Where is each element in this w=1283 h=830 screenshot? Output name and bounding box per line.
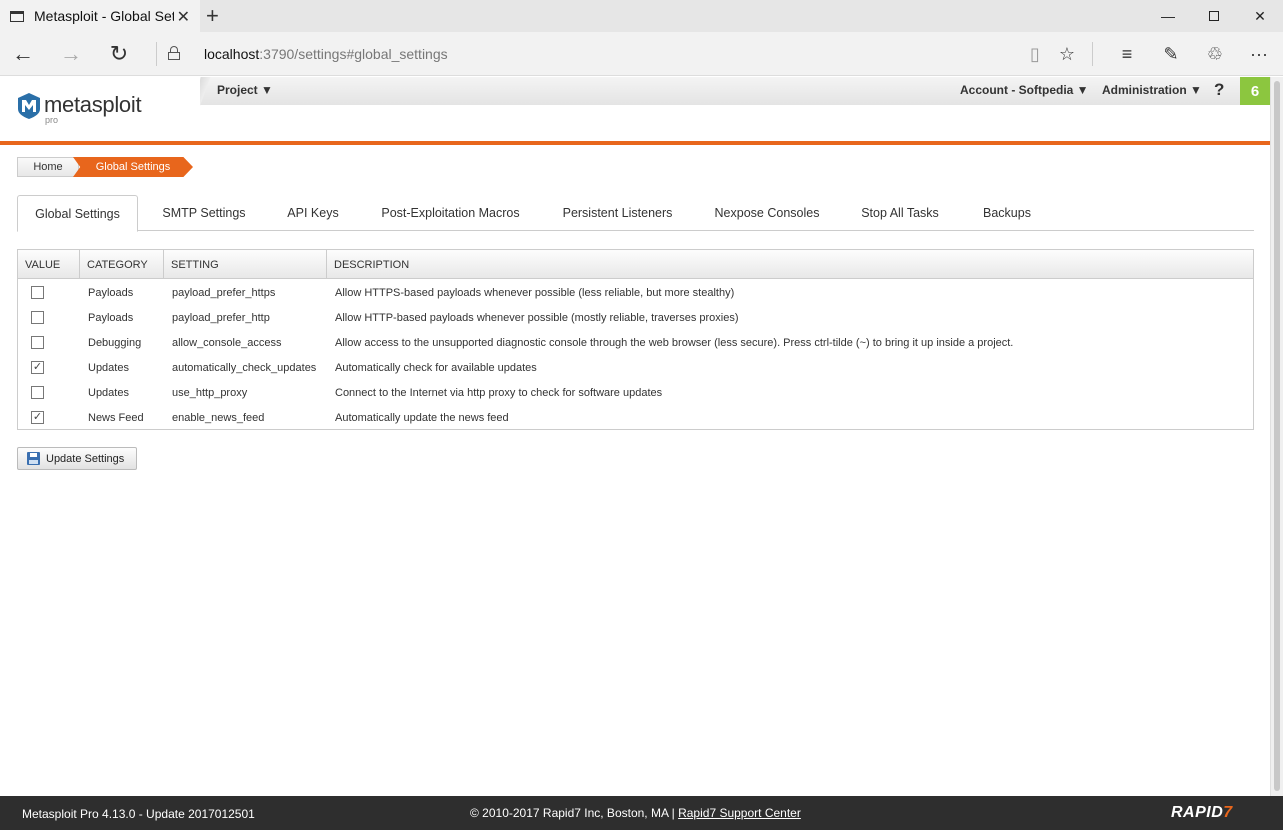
footer-copyright: © 2010-2017 Rapid7 Inc, Boston, MA | Rap… bbox=[470, 806, 801, 820]
column-header-setting[interactable]: SETTING bbox=[164, 250, 327, 279]
page-scrollbar[interactable] bbox=[1270, 77, 1283, 796]
table-row: Updates use_http_proxy Connect to the In… bbox=[18, 380, 1253, 405]
tab-stop-all-tasks[interactable]: Stop All Tasks bbox=[849, 195, 951, 231]
back-icon[interactable]: ← bbox=[8, 39, 38, 69]
browser-tab-title: Metasploit - Global Sett bbox=[34, 8, 174, 24]
setting-category: Debugging bbox=[88, 336, 142, 349]
rapid7-logo-text: RAPID bbox=[1171, 804, 1224, 821]
browser-titlebar: Metasploit - Global Sett ✕ + — ✕ bbox=[0, 0, 1283, 32]
logo-subtext: pro bbox=[45, 115, 59, 125]
setting-checkbox[interactable] bbox=[31, 286, 44, 299]
reading-view-icon[interactable]: ▯ bbox=[1022, 42, 1048, 66]
column-header-category[interactable]: CATEGORY bbox=[80, 250, 164, 279]
new-tab-icon[interactable]: + bbox=[206, 3, 219, 29]
tab-nexpose-consoles[interactable]: Nexpose Consoles bbox=[703, 195, 831, 231]
help-icon[interactable]: ? bbox=[1214, 80, 1224, 100]
more-icon[interactable]: ··· bbox=[1246, 42, 1272, 66]
table-row: ✓ News Feed enable_news_feed Automatical… bbox=[18, 405, 1253, 430]
tab-backups[interactable]: Backups bbox=[969, 195, 1045, 231]
setting-name: enable_news_feed bbox=[172, 411, 265, 424]
setting-category: Payloads bbox=[88, 311, 134, 324]
share-icon[interactable]: ♲ bbox=[1202, 42, 1228, 66]
setting-description: Allow HTTPS-based payloads whenever poss… bbox=[335, 286, 735, 299]
account-menu[interactable]: Account - Softpedia ▼ bbox=[960, 83, 1089, 97]
app-header: metasploit pro Project ▼ Account - Softp… bbox=[0, 77, 1270, 142]
column-header-value[interactable]: VALUE bbox=[18, 250, 80, 279]
setting-description: Allow HTTP-based payloads whenever possi… bbox=[335, 311, 739, 324]
web-note-icon[interactable]: ✎ bbox=[1158, 42, 1184, 66]
rapid7-logo-accent: 7 bbox=[1223, 804, 1233, 821]
tab-global-settings[interactable]: Global Settings bbox=[17, 195, 138, 232]
divider bbox=[1092, 42, 1093, 66]
table-header: VALUE CATEGORY SETTING DESCRIPTION bbox=[18, 250, 1253, 279]
setting-name: automatically_check_updates bbox=[172, 361, 317, 374]
settings-table: VALUE CATEGORY SETTING DESCRIPTION Paylo… bbox=[17, 249, 1254, 430]
browser-tab[interactable]: Metasploit - Global Sett ✕ bbox=[0, 0, 200, 32]
tab-api-keys[interactable]: API Keys bbox=[275, 195, 351, 231]
footer-copyright-text: © 2010-2017 Rapid7 Inc, Boston, MA | bbox=[470, 806, 679, 820]
setting-description: Automatically check for available update… bbox=[335, 361, 537, 374]
setting-name: payload_prefer_http bbox=[172, 311, 270, 324]
notifications-badge[interactable]: 6 bbox=[1240, 77, 1270, 105]
refresh-icon[interactable]: ↻ bbox=[104, 39, 134, 69]
logo[interactable]: metasploit pro bbox=[0, 77, 200, 142]
breadcrumb-current: Global Settings bbox=[73, 157, 193, 177]
support-center-link[interactable]: Rapid7 Support Center bbox=[678, 806, 801, 820]
hub-icon[interactable]: ≡ bbox=[1114, 42, 1140, 66]
lock-icon[interactable] bbox=[168, 46, 180, 60]
table-row: Payloads payload_prefer_http Allow HTTP-… bbox=[18, 305, 1253, 330]
tab-post-exploitation-macros[interactable]: Post-Exploitation Macros bbox=[367, 195, 534, 231]
address-bar[interactable]: localhost:3790/settings#global_settings bbox=[204, 46, 448, 62]
footer-version: Metasploit Pro 4.13.0 - Update 201701250… bbox=[22, 807, 255, 821]
scrollbar-thumb[interactable] bbox=[1274, 81, 1280, 791]
divider bbox=[156, 42, 157, 66]
address-host: localhost bbox=[204, 46, 260, 62]
minimize-icon[interactable]: — bbox=[1145, 0, 1191, 32]
table-row: ✓ Updates automatically_check_updates Au… bbox=[18, 355, 1253, 380]
update-settings-button[interactable]: Update Settings bbox=[17, 447, 137, 470]
tab-persistent-listeners[interactable]: Persistent Listeners bbox=[550, 195, 685, 231]
setting-description: Automatically update the news feed bbox=[335, 411, 509, 424]
maximize-icon[interactable] bbox=[1191, 0, 1237, 32]
forward-icon[interactable]: → bbox=[56, 39, 86, 69]
close-tab-icon[interactable]: ✕ bbox=[177, 7, 190, 27]
setting-name: payload_prefer_https bbox=[172, 286, 276, 299]
setting-checkbox[interactable] bbox=[31, 311, 44, 324]
column-header-description[interactable]: DESCRIPTION bbox=[327, 250, 1253, 279]
footer: Metasploit Pro 4.13.0 - Update 201701250… bbox=[0, 796, 1283, 830]
logo-text: metasploit bbox=[44, 92, 142, 117]
table-row: Payloads payload_prefer_https Allow HTTP… bbox=[18, 280, 1253, 305]
project-menu[interactable]: Project ▼ bbox=[217, 83, 273, 97]
header-accent-bar bbox=[0, 141, 1270, 145]
browser-toolbar: ← → ↻ localhost:3790/settings#global_set… bbox=[0, 32, 1283, 76]
tab-smtp-settings[interactable]: SMTP Settings bbox=[145, 195, 263, 231]
rapid7-logo[interactable]: RAPID7 bbox=[1171, 804, 1233, 822]
favorite-icon[interactable]: ☆ bbox=[1054, 42, 1080, 66]
setting-description: Connect to the Internet via http proxy t… bbox=[335, 386, 663, 399]
setting-name: allow_console_access bbox=[172, 336, 282, 349]
setting-description: Allow access to the unsupported diagnost… bbox=[335, 336, 1014, 349]
settings-tabs: Global Settings SMTP Settings API Keys P… bbox=[17, 195, 1254, 232]
setting-category: Updates bbox=[88, 386, 129, 399]
setting-checkbox[interactable] bbox=[31, 386, 44, 399]
setting-category: Payloads bbox=[88, 286, 134, 299]
breadcrumb-home[interactable]: Home bbox=[17, 157, 79, 177]
setting-checkbox[interactable] bbox=[31, 336, 44, 349]
setting-category: Updates bbox=[88, 361, 129, 374]
setting-checkbox[interactable]: ✓ bbox=[31, 361, 44, 374]
address-path: :3790/settings#global_settings bbox=[259, 46, 448, 62]
close-window-icon[interactable]: ✕ bbox=[1237, 0, 1283, 32]
metasploit-shield-icon bbox=[18, 93, 40, 119]
setting-name: use_http_proxy bbox=[172, 386, 248, 399]
administration-menu[interactable]: Administration ▼ bbox=[1102, 83, 1202, 97]
update-settings-label: Update Settings bbox=[46, 452, 125, 465]
table-row: Debugging allow_console_access Allow acc… bbox=[18, 330, 1253, 355]
page-icon bbox=[10, 10, 24, 22]
setting-checkbox[interactable]: ✓ bbox=[31, 411, 44, 424]
setting-category: News Feed bbox=[88, 411, 144, 424]
save-icon bbox=[27, 452, 40, 465]
